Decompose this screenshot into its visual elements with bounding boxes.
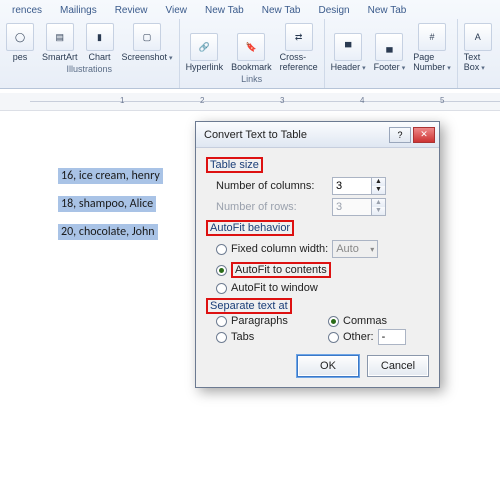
bookmark-button[interactable]: 🔖Bookmark [231, 33, 272, 72]
selected-line[interactable]: 18, shampoo, Alice [58, 196, 156, 212]
tab-review[interactable]: Review [107, 2, 156, 19]
dialog-help-button[interactable]: ? [389, 127, 411, 143]
ribbon-groups: ◯pes ▤SmartArt ▮Chart ▢Screenshot▾ Illus… [0, 19, 500, 88]
dialog-close-button[interactable]: ✕ [413, 127, 435, 143]
rows-up-icon: ▲ [371, 199, 385, 207]
other-char-input[interactable] [378, 329, 406, 345]
group-links: 🔗Hyperlink 🔖Bookmark ⇄Cross-reference Li… [180, 19, 325, 88]
radio-dot-icon [216, 265, 227, 276]
footer-button[interactable]: ▄Footer▾ [374, 33, 406, 72]
ribbon: rences Mailings Review View New Tab New … [0, 0, 500, 89]
section-separate: Separate text at [206, 298, 292, 314]
ribbon-tabs: rences Mailings Review View New Tab New … [0, 0, 500, 19]
selected-text[interactable]: 16, ice cream, henry 18, shampoo, Alice … [58, 166, 163, 250]
group-illustrations: ◯pes ▤SmartArt ▮Chart ▢Screenshot▾ Illus… [0, 19, 180, 88]
radio-tabs[interactable]: Tabs [216, 329, 316, 345]
tab-new1[interactable]: New Tab [197, 2, 252, 19]
screenshot-button[interactable]: ▢Screenshot▾ [122, 23, 173, 62]
crossref-button[interactable]: ⇄Cross-reference [280, 23, 318, 72]
rows-down-icon: ▼ [371, 207, 385, 215]
cols-input[interactable] [333, 178, 371, 194]
tab-new2[interactable]: New Tab [254, 2, 309, 19]
hyperlink-button[interactable]: 🔗Hyperlink [186, 33, 224, 72]
smartart-icon: ▤ [46, 23, 74, 51]
radio-fixed-width[interactable]: Fixed column width: Auto▾ [216, 240, 429, 258]
group-caption-hf [389, 72, 392, 86]
chart-icon: ▮ [86, 23, 114, 51]
radio-commas[interactable]: Commas [328, 315, 428, 327]
crossref-icon: ⇄ [285, 23, 313, 51]
radio-dot-icon [328, 332, 339, 343]
radio-dot-icon [216, 332, 227, 343]
dialog-title: Convert Text to Table [204, 129, 389, 141]
cols-up-icon[interactable]: ▲ [371, 178, 385, 186]
shapes-icon: ◯ [6, 23, 34, 51]
dialog-titlebar[interactable]: Convert Text to Table ? ✕ [196, 122, 439, 148]
radio-autofit-contents[interactable]: AutoFit to contents [216, 261, 429, 279]
tab-references[interactable]: rences [4, 2, 50, 19]
bookmark-icon: 🔖 [237, 33, 265, 61]
rows-label: Number of rows: [216, 201, 326, 213]
tab-view[interactable]: View [158, 2, 196, 19]
cancel-button[interactable]: Cancel [367, 355, 429, 377]
smartart-button[interactable]: ▤SmartArt [42, 23, 78, 62]
section-table-size: Table size [206, 157, 263, 173]
radio-dot-icon [216, 244, 227, 255]
radio-paragraphs[interactable]: Paragraphs [216, 315, 316, 327]
rows-spinner: ▲▼ [332, 198, 386, 216]
pagenum-button[interactable]: #Page Number▾ [413, 23, 451, 72]
group-text: AText Box▾ ▦Quick Parts▾ WWo [458, 19, 500, 88]
chart-button[interactable]: ▮Chart [86, 23, 114, 62]
ruler: 1 2 3 4 5 [0, 93, 500, 111]
section-autofit: AutoFit behavior [206, 220, 294, 236]
radio-dot-icon [216, 283, 227, 294]
header-button[interactable]: ▀Header▾ [331, 33, 366, 72]
radio-autofit-window[interactable]: AutoFit to window [216, 282, 429, 294]
group-caption-links: Links [241, 72, 262, 86]
convert-text-to-table-dialog: Convert Text to Table ? ✕ Table size Num… [195, 121, 440, 388]
textbox-button[interactable]: AText Box▾ [464, 23, 492, 72]
rows-input [333, 199, 371, 215]
header-icon: ▀ [334, 33, 362, 61]
fixed-width-select: Auto▾ [332, 240, 378, 258]
radio-dot-icon [216, 316, 227, 327]
tab-design[interactable]: Design [310, 2, 357, 19]
group-header-footer: ▀Header▾ ▄Footer▾ #Page Number▾ [325, 19, 458, 88]
selected-line[interactable]: 16, ice cream, henry [58, 168, 163, 184]
tab-new3[interactable]: New Tab [360, 2, 415, 19]
cols-spinner[interactable]: ▲▼ [332, 177, 386, 195]
textbox-icon: A [464, 23, 492, 51]
pagenum-icon: # [418, 23, 446, 51]
cols-label: Number of columns: [216, 180, 326, 192]
footer-icon: ▄ [375, 33, 403, 61]
radio-dot-icon [328, 316, 339, 327]
shapes-button[interactable]: ◯pes [6, 23, 34, 62]
tab-mailings[interactable]: Mailings [52, 2, 105, 19]
selected-line[interactable]: 20, chocolate, John [58, 224, 158, 240]
group-caption-illustrations: Illustrations [67, 62, 113, 76]
document-area[interactable]: 16, ice cream, henry 18, shampoo, Alice … [0, 111, 500, 500]
radio-other[interactable]: Other: [328, 329, 428, 345]
hyperlink-icon: 🔗 [190, 33, 218, 61]
screenshot-icon: ▢ [133, 23, 161, 51]
ok-button[interactable]: OK [297, 355, 359, 377]
cols-down-icon[interactable]: ▼ [371, 186, 385, 194]
